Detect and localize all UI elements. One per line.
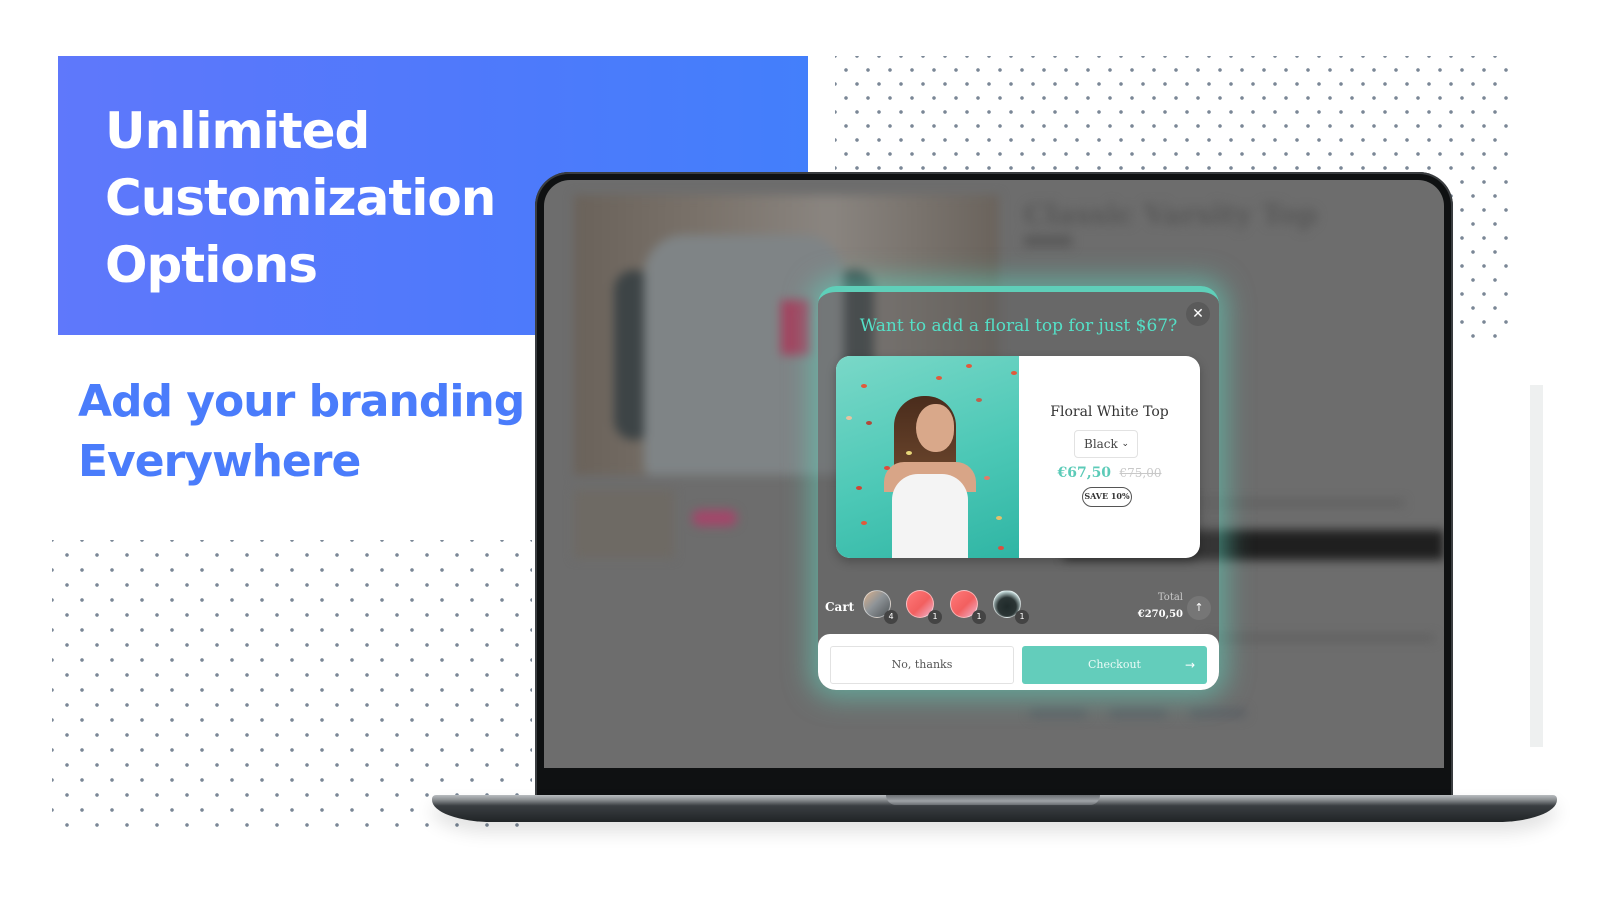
checkout-label: Checkout [1088, 658, 1141, 671]
bg-jacket [644, 235, 844, 475]
arrow-up-icon: ↑ [1194, 601, 1204, 614]
product-info: Floral White Top Black ⌄ €67,50 €75,00 S… [1019, 356, 1200, 558]
model-face [916, 404, 954, 452]
laptop-notch [886, 795, 1100, 805]
expand-cart-button[interactable]: ↑ [1187, 596, 1211, 620]
product-name: Floral White Top [1050, 404, 1169, 420]
confetti [976, 398, 982, 402]
original-price: €75,00 [1119, 466, 1162, 480]
bg-text-line [1204, 635, 1434, 641]
close-icon: ✕ [1192, 306, 1204, 322]
hero-title-line: Unlimited [105, 102, 370, 160]
decorative-bar [1530, 385, 1543, 747]
cart-summary: Cart 4 1 1 1 Total €270,50 ↑ [818, 582, 1219, 628]
variant-value: Black [1084, 437, 1118, 451]
cart-item-qty: 1 [928, 610, 942, 624]
confetti [1011, 371, 1017, 375]
arrow-right-icon: → [1184, 658, 1195, 672]
bg-share-link [1029, 708, 1087, 718]
action-bar: No, thanks Checkout → [818, 634, 1219, 690]
checkout-button[interactable]: Checkout → [1022, 646, 1207, 684]
dot-pattern-bottom [52, 540, 532, 830]
hero-title-line: Options [105, 236, 318, 294]
bg-share-link [1109, 708, 1167, 718]
subtitle-line: Add your branding [78, 376, 525, 427]
popup-title: Want to add a floral top for just $67? [859, 316, 1178, 336]
product-card: Floral White Top Black ⌄ €67,50 €75,00 S… [836, 356, 1200, 558]
no-thanks-button[interactable]: No, thanks [830, 646, 1014, 684]
price-row: €67,50 €75,00 [1019, 464, 1200, 482]
confetti [884, 466, 890, 470]
hero-subtitle: Add your branding Everywhere [78, 372, 538, 492]
confetti [936, 376, 942, 380]
variant-select[interactable]: Black ⌄ [1074, 430, 1138, 458]
bg-thumbnail [574, 490, 674, 558]
hero-title: Unlimited Customization Options [105, 98, 555, 299]
close-button[interactable]: ✕ [1186, 302, 1210, 326]
bg-badge [692, 510, 737, 526]
total-value: €270,50 [1137, 609, 1183, 620]
product-image [836, 356, 1019, 558]
confetti [998, 546, 1004, 550]
bg-price [1024, 235, 1072, 247]
confetti [984, 476, 990, 480]
chevron-down-icon: ⌄ [1121, 439, 1129, 449]
confetti [856, 486, 862, 490]
bg-jacket-patch [781, 300, 811, 355]
model-top [892, 474, 968, 558]
cart-item-qty: 1 [972, 610, 986, 624]
confetti [906, 451, 912, 455]
bg-share-link [1189, 708, 1247, 718]
confetti [861, 521, 867, 525]
confetti [866, 421, 872, 425]
upsell-popup: Want to add a floral top for just $67? ✕… [818, 286, 1219, 690]
subtitle-line: Everywhere [78, 436, 361, 487]
cart-item-qty: 1 [1015, 610, 1029, 624]
confetti [996, 516, 1002, 520]
cart-label: Cart [825, 600, 855, 614]
hero-title-line: Customization [105, 169, 496, 227]
cart-item-qty: 4 [884, 610, 898, 624]
bg-product-title: Classic Varsity Top [1024, 198, 1318, 231]
sale-price: €67,50 [1057, 465, 1112, 481]
save-badge: SAVE 10% [1082, 487, 1132, 507]
confetti [861, 384, 867, 388]
confetti [846, 416, 852, 420]
confetti [966, 364, 972, 368]
total-label: Total [1157, 592, 1183, 603]
